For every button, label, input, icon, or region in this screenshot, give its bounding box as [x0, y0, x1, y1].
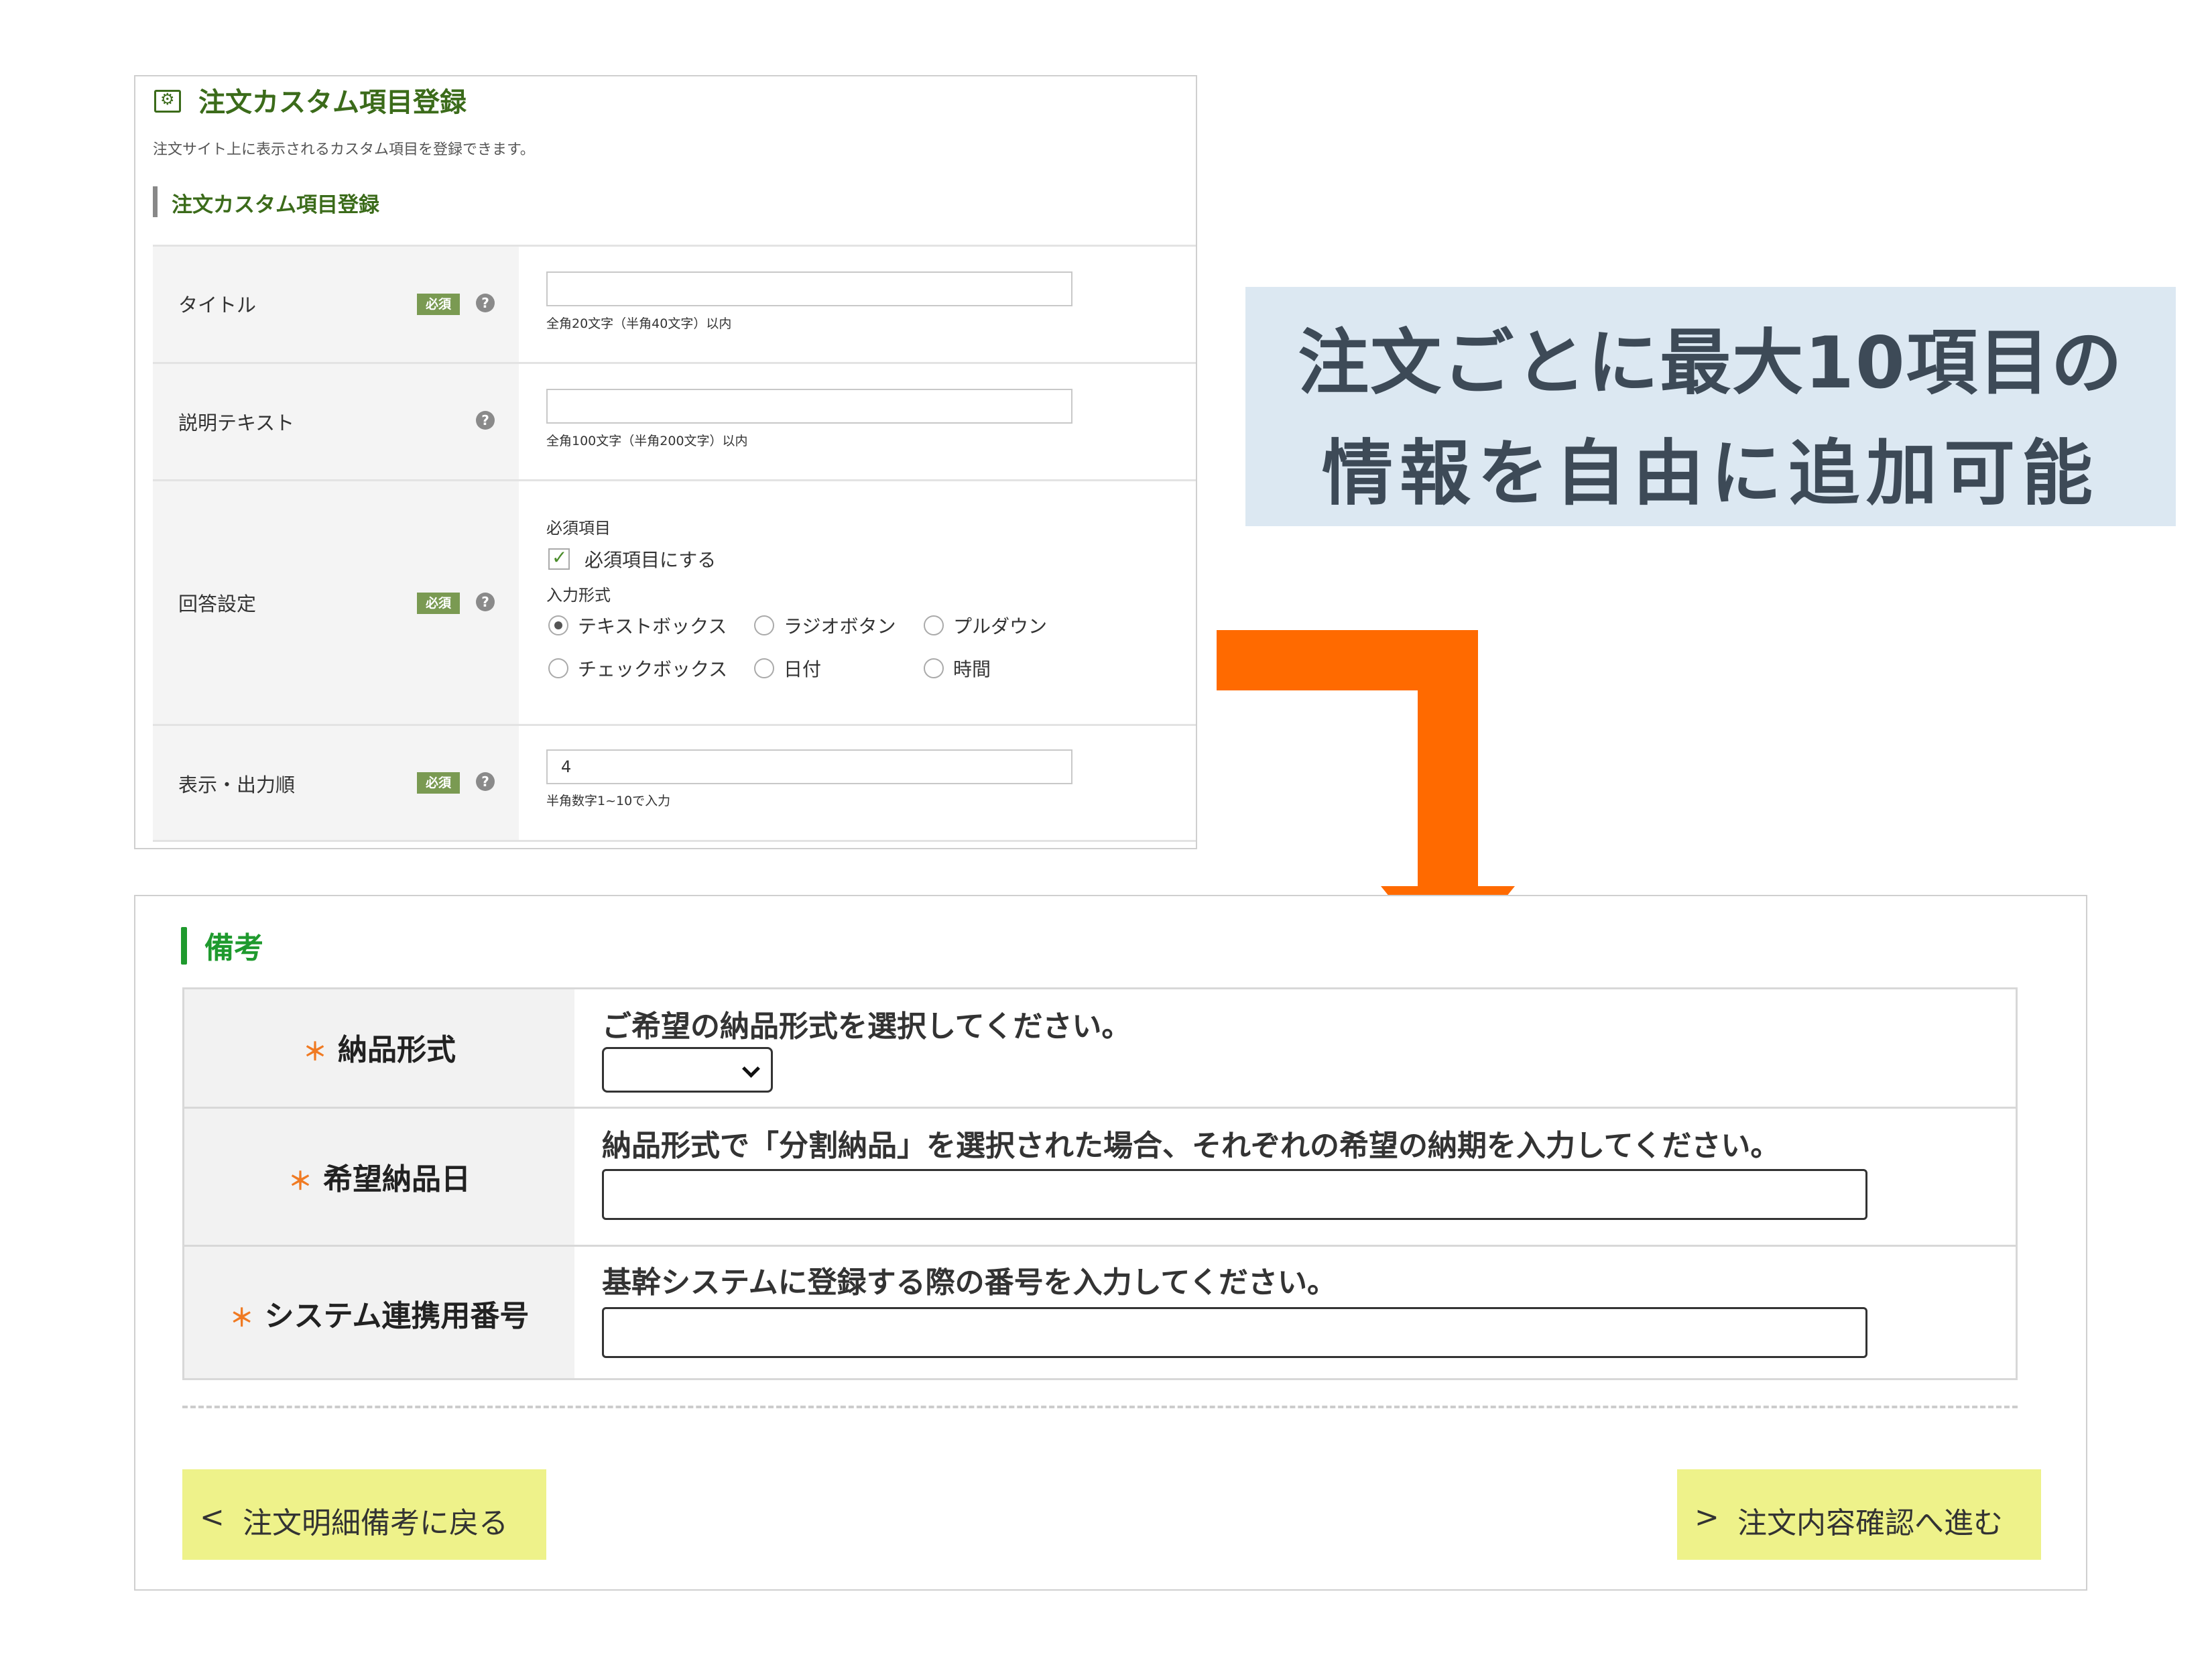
back-button-label: 注文明細備考に戻る — [243, 1506, 508, 1540]
radio-time[interactable] — [924, 658, 944, 678]
field-label-system-link-number: システム連携用番号 — [264, 1299, 530, 1333]
required-badge: 必須 — [417, 294, 460, 315]
radio-label: 日付 — [784, 658, 822, 680]
radio-radio-button[interactable] — [754, 615, 774, 635]
required-mark: ＊ — [229, 1304, 254, 1332]
radio-label: 時間 — [953, 658, 991, 680]
delivery-format-select[interactable] — [602, 1047, 773, 1093]
required-mark: ＊ — [288, 1168, 312, 1195]
radio-date[interactable] — [754, 658, 774, 678]
callout-line-1: 注文ごとに最大10項目の — [1298, 322, 2124, 404]
radio-label: テキストボックス — [578, 615, 727, 637]
help-icon[interactable]: ? — [476, 593, 495, 611]
next-button-label: 注文内容確認へ進む — [1737, 1506, 2003, 1540]
admin-page-title: 注文カスタム項目登録 — [198, 87, 467, 118]
field-description: 納品形式で「分割納品」を選択された場合、それぞれの希望の納期を入力してください。 — [602, 1129, 1780, 1163]
description-input[interactable] — [546, 389, 1072, 424]
display-order-input[interactable]: 4 — [546, 749, 1072, 784]
section-accent-bar — [153, 186, 158, 217]
radio-label: プルダウン — [953, 615, 1048, 637]
required-checkbox-label: 必須項目にする — [585, 549, 717, 571]
admin-page-description: 注文サイト上に表示されるカスタム項目を登録できます。 — [153, 141, 535, 158]
field-label-title: タイトル — [178, 294, 257, 316]
radio-label: チェックボックス — [578, 658, 728, 680]
callout-line-2: 情報を自由に追加可能 — [1322, 432, 2099, 515]
table-row-label: ＊ 希望納品日 — [184, 1155, 574, 1198]
radio-pulldown[interactable] — [924, 615, 944, 635]
required-checkbox[interactable] — [548, 546, 570, 570]
row-divider — [182, 1245, 2018, 1247]
chevron-left-icon: < — [200, 1500, 225, 1534]
help-icon[interactable]: ? — [476, 294, 495, 312]
section-accent-bar — [181, 927, 187, 965]
radio-textbox[interactable] — [548, 615, 568, 635]
desired-delivery-date-input[interactable] — [602, 1169, 1867, 1220]
field-label-delivery-format: 納品形式 — [338, 1033, 456, 1067]
system-link-number-input[interactable] — [602, 1307, 1867, 1358]
title-input[interactable] — [546, 271, 1072, 306]
radio-checkbox[interactable] — [548, 658, 568, 678]
radio-label: ラジオボタン — [784, 615, 896, 637]
help-icon[interactable]: ? — [476, 772, 495, 791]
field-label-desired-delivery-date: 希望納品日 — [323, 1162, 471, 1196]
chevron-right-icon: > — [1695, 1500, 1719, 1534]
title-hint: 全角20文字（半角40文字）以内 — [546, 316, 732, 331]
display-order-hint: 半角数字1~10で入力 — [546, 794, 671, 808]
description-hint: 全角100文字（半角200文字）以内 — [546, 434, 748, 448]
field-label-answer-settings: 回答設定 — [178, 593, 257, 615]
required-badge: 必須 — [417, 593, 460, 614]
table-row-label: ＊ 納品形式 — [184, 1026, 574, 1068]
field-label-description: 説明テキスト — [178, 412, 295, 434]
input-type-label: 入力形式 — [546, 586, 611, 605]
field-description: ご希望の納品形式を選択してください。 — [602, 1009, 1131, 1044]
required-mark: ＊ — [302, 1038, 327, 1066]
field-description: 基幹システムに登録する際の番号を入力してください。 — [602, 1266, 1337, 1300]
settings-icon — [154, 90, 181, 113]
required-badge: 必須 — [417, 772, 460, 794]
remarks-section-title: 備考 — [204, 931, 263, 965]
required-group-label: 必須項目 — [546, 519, 611, 538]
field-label-display-order: 表示・出力順 — [178, 774, 296, 796]
row-divider — [153, 840, 1196, 842]
admin-section-title: 注文カスタム項目登録 — [172, 193, 379, 217]
help-icon[interactable]: ? — [476, 411, 495, 430]
row-divider — [182, 1107, 2018, 1109]
dashed-divider — [182, 1406, 2018, 1408]
table-row-label: ＊ システム連携用番号 — [184, 1292, 574, 1335]
